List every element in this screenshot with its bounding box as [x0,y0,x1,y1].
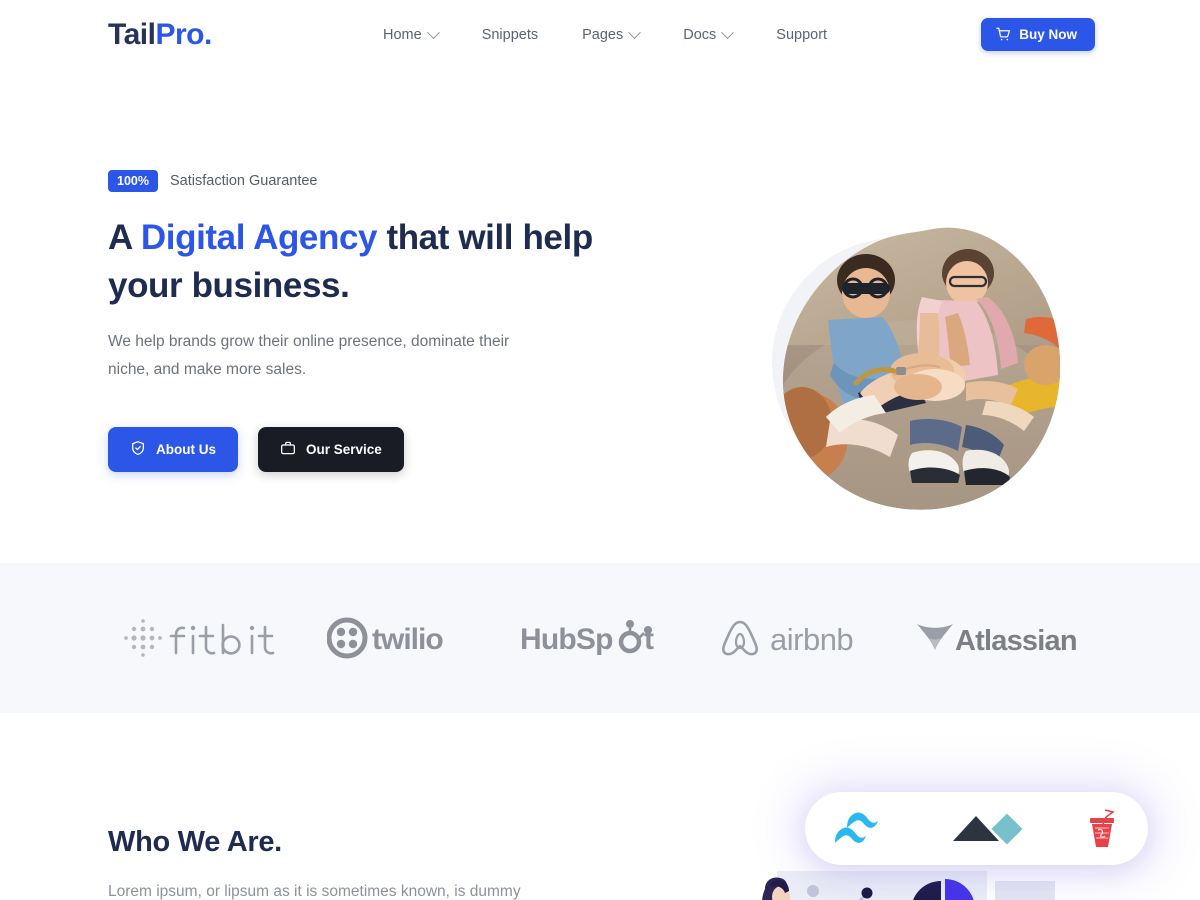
logo-hubspot: HubSp t [501,598,699,678]
who-we-are-title: Who We Are. [108,826,282,858]
who-we-are-text: Lorem ipsum, or lipsum as it is sometime… [108,883,521,900]
svg-text:Atlassian: Atlassian [955,625,1077,657]
hero-headline-before: A [108,218,141,257]
hero-headline-highlight: Digital Agency [140,218,378,257]
chevron-down-icon [426,25,440,39]
hero-team-image [783,227,1061,510]
buy-now-button[interactable]: Buy Now [981,18,1095,51]
hero-section: 100% Satisfaction Guarantee A Digital Ag… [0,70,1200,563]
main-navigation: Home Snippets Pages Docs Support [383,24,849,46]
brand-logo-part2: Pro. [155,18,212,51]
our-service-button[interactable]: Our Service [258,427,404,472]
shield-check-icon [130,440,146,459]
brand-logo-part1: Tail [108,18,156,51]
logo-fitbit [105,598,303,678]
nav-item-home-label: Home [383,27,422,43]
nav-item-support-label: Support [776,27,828,43]
brand-logo[interactable]: TailPro. [108,17,212,53]
nav-item-pages[interactable]: Pages [560,24,661,46]
svg-text:airbnb: airbnb [770,622,853,657]
satisfaction-badge-label: Satisfaction Guarantee [169,173,318,189]
svg-text:HubSp: HubSp [520,623,613,656]
tech-stack-card [805,792,1148,865]
about-us-label: About Us [156,442,216,457]
gulp-icon [1085,808,1119,850]
briefcase-icon [280,440,296,459]
chevron-down-icon [721,25,735,39]
hero-headline: A Digital Agency that will help your bus… [108,214,628,310]
hero-artwork [760,220,1090,520]
our-service-label: Our Service [306,442,382,457]
hero-content: 100% Satisfaction Guarantee A Digital Ag… [108,170,668,472]
logo-airbnb: airbnb [699,598,897,678]
nav-item-support[interactable]: Support [754,24,849,46]
alpinejs-icon [950,810,1026,848]
logo-atlassian: Atlassian [897,598,1095,678]
site-header: TailPro. Home Snippets Pages Docs Suppor… [0,0,1200,70]
nav-item-snippets-label: Snippets [481,27,539,43]
buy-now-label: Buy Now [1019,27,1077,42]
nav-item-pages-label: Pages [582,27,624,43]
nav-item-home[interactable]: Home [383,24,460,46]
landing-page: TailPro. Home Snippets Pages Docs Suppor… [0,0,1200,900]
nav-item-docs-label: Docs [683,27,717,43]
percent-badge: 100% [108,170,158,192]
client-logos-strip: twilio HubSp t airbnb Atlassian [0,563,1200,713]
tailwindcss-icon [834,811,891,847]
shopping-cart-icon [996,27,1011,42]
nav-item-docs[interactable]: Docs [661,24,754,46]
svg-text:twilio: twilio [372,623,443,656]
about-us-button[interactable]: About Us [108,427,238,472]
svg-text:t: t [644,623,654,656]
chevron-down-icon [628,25,642,39]
analytics-illustration [745,863,1065,900]
who-we-are-section: Who We Are. Lorem ipsum, or lipsum as it… [0,713,1200,900]
hero-subtext: We help brands grow their online presenc… [108,333,510,378]
satisfaction-badge-row: 100% Satisfaction Guarantee [108,170,668,192]
nav-item-snippets[interactable]: Snippets [460,24,560,46]
logo-twilio: twilio [303,598,501,678]
hero-cta-row: About Us Our Service [108,427,668,472]
